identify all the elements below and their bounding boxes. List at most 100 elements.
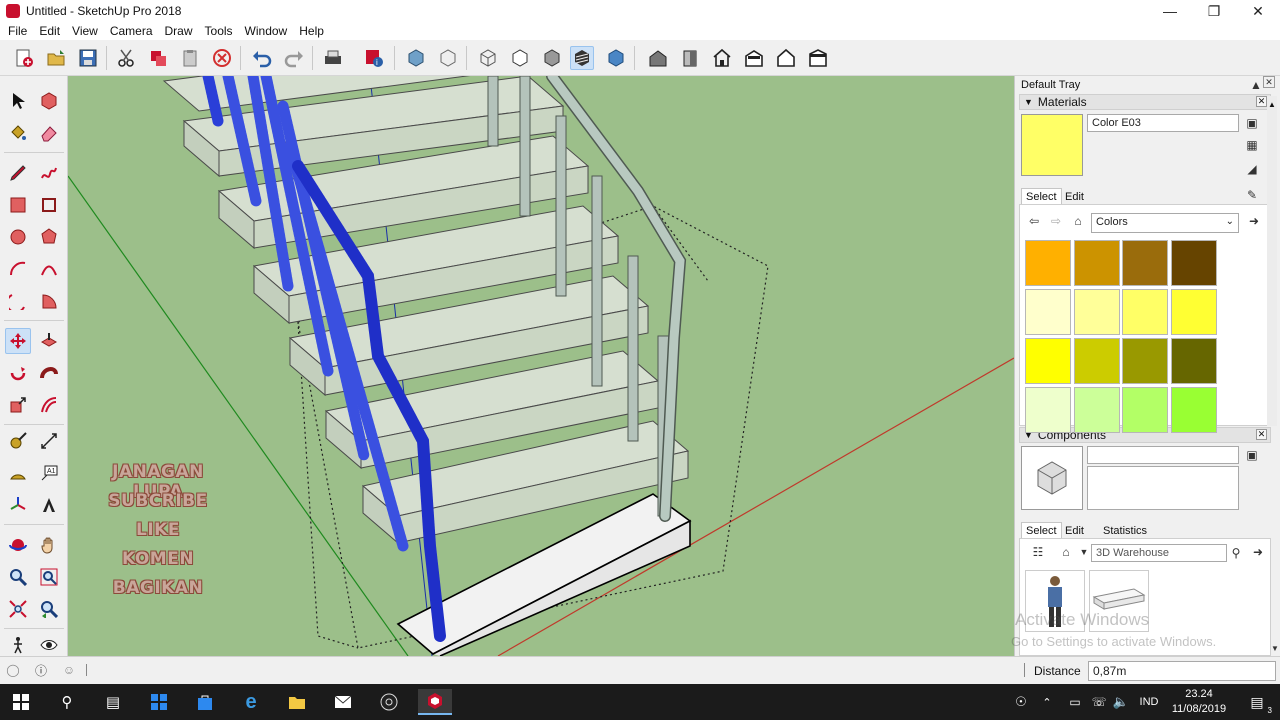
materials-tab-edit[interactable]: Edit	[1061, 189, 1088, 205]
open-folder-icon[interactable]	[44, 46, 68, 70]
offset-icon[interactable]	[36, 392, 62, 418]
tape-measure-icon[interactable]	[5, 428, 31, 454]
sketchup-taskbar-icon[interactable]	[418, 689, 452, 715]
arc-icon[interactable]	[5, 256, 31, 282]
view-options-icon[interactable]: ☷	[1029, 543, 1047, 561]
model-info-icon[interactable]: i	[362, 46, 386, 70]
look-around-eye-icon[interactable]	[36, 632, 62, 658]
warehouse-search-input[interactable]: 3D Warehouse	[1091, 544, 1227, 562]
print-icon[interactable]	[321, 46, 345, 70]
default-material-icon[interactable]: ◢	[1243, 160, 1261, 178]
zoom-window-icon[interactable]	[36, 564, 62, 590]
material-swatch[interactable]	[1025, 338, 1071, 384]
material-swatch[interactable]	[1073, 240, 1120, 286]
material-swatch[interactable]	[1170, 387, 1217, 433]
scroll-up-icon[interactable]: ▲	[1268, 100, 1276, 109]
menu-file[interactable]: File	[2, 24, 33, 38]
scale-icon[interactable]	[5, 392, 31, 418]
eyedropper-icon[interactable]: ✎	[1243, 186, 1261, 204]
iso-view-icon[interactable]	[404, 46, 428, 70]
menu-window[interactable]: Window	[239, 24, 294, 38]
orbit-icon[interactable]	[5, 532, 31, 558]
dimension-icon[interactable]	[36, 428, 62, 454]
undo-icon[interactable]	[250, 46, 274, 70]
xray-style-icon[interactable]	[476, 46, 500, 70]
polygon-icon[interactable]	[36, 224, 62, 250]
redo-icon[interactable]	[282, 46, 306, 70]
pan-hand-icon[interactable]	[36, 532, 62, 558]
material-swatch[interactable]	[1073, 289, 1120, 335]
user-account-icon[interactable]: ☺	[60, 661, 78, 679]
previous-view-icon[interactable]	[36, 596, 62, 622]
make-component-icon[interactable]	[36, 88, 62, 114]
protractor-icon[interactable]	[5, 460, 31, 486]
tray-scrollbar[interactable]: ▲	[1267, 96, 1277, 426]
menu-help[interactable]: Help	[293, 24, 330, 38]
store-bag-icon[interactable]	[188, 689, 222, 715]
save-icon[interactable]	[76, 46, 100, 70]
text-tool-icon[interactable]: A1	[36, 460, 62, 486]
credits-info-icon[interactable]: ⓘ	[32, 661, 50, 679]
rotated-rectangle-icon[interactable]	[36, 192, 62, 218]
menu-view[interactable]: View	[66, 24, 104, 38]
display-secondary-icon[interactable]: ▣	[1243, 114, 1261, 132]
shaded-style-icon[interactable]	[540, 46, 564, 70]
windows-start-icon[interactable]	[4, 689, 38, 715]
menu-camera[interactable]: Camera	[104, 24, 159, 38]
component-name-field[interactable]	[1087, 446, 1239, 464]
geo-location-icon[interactable]: ◯	[4, 661, 22, 679]
maximize-button[interactable]: ❐	[1192, 0, 1236, 22]
freehand-icon[interactable]	[36, 160, 62, 186]
rectangle-icon[interactable]	[5, 192, 31, 218]
view-iso-house-icon[interactable]	[646, 46, 670, 70]
material-swatch[interactable]	[1073, 338, 1120, 384]
view-front-icon[interactable]	[710, 46, 734, 70]
hidden-line-style-icon[interactable]	[508, 46, 532, 70]
mail-icon[interactable]	[326, 689, 360, 715]
materials-header[interactable]: ▼ Materials ✕	[1019, 94, 1271, 110]
components-tab-select[interactable]: Select	[1021, 522, 1062, 539]
material-swatch[interactable]	[1122, 338, 1168, 384]
cut-icon[interactable]	[114, 46, 138, 70]
material-swatch[interactable]	[1122, 240, 1168, 286]
shaded-textures-style-icon[interactable]	[570, 46, 594, 70]
menu-tools[interactable]: Tools	[199, 24, 239, 38]
scroll-down-icon[interactable]: ▼	[1271, 644, 1279, 653]
axes-icon[interactable]	[5, 492, 31, 518]
home-icon[interactable]: ⌂	[1069, 212, 1087, 230]
3d-text-icon[interactable]	[36, 492, 62, 518]
pie-icon[interactable]	[36, 288, 62, 314]
move-icon[interactable]	[5, 328, 31, 354]
clock[interactable]: 23.24 11/08/2019	[1168, 687, 1230, 717]
paste-icon[interactable]	[178, 46, 202, 70]
two-point-arc-icon[interactable]	[36, 256, 62, 282]
back-arrow-icon[interactable]: ⇦	[1025, 212, 1043, 230]
circle-icon[interactable]	[5, 224, 31, 250]
material-swatch[interactable]	[1025, 387, 1071, 433]
zoom-icon[interactable]	[5, 564, 31, 590]
follow-me-icon[interactable]	[36, 360, 62, 386]
component-secondary-icon[interactable]: ▣	[1243, 446, 1261, 464]
push-pull-icon[interactable]	[36, 328, 62, 354]
search-icon[interactable]: ⚲	[50, 689, 84, 715]
details-arrow-icon[interactable]: ➜	[1249, 543, 1267, 561]
component-description-field[interactable]	[1087, 466, 1239, 510]
rotate-icon[interactable]	[5, 360, 31, 386]
walk-icon[interactable]	[5, 632, 31, 658]
task-view-icon[interactable]: ▤	[96, 689, 130, 715]
windows-store-tile-icon[interactable]	[142, 689, 176, 715]
measurements-input[interactable]: 0,87m	[1088, 661, 1276, 681]
monochrome-style-icon[interactable]	[604, 46, 628, 70]
view-left-icon[interactable]	[774, 46, 798, 70]
material-swatch[interactable]	[1122, 387, 1168, 433]
minimize-button[interactable]: —	[1148, 0, 1192, 22]
forward-arrow-icon[interactable]: ⇨	[1047, 212, 1065, 230]
home-icon[interactable]: ⌂	[1057, 543, 1075, 561]
menu-edit[interactable]: Edit	[33, 24, 66, 38]
action-center-icon[interactable]: ▤ 3	[1240, 689, 1274, 716]
top-view-icon[interactable]	[436, 46, 460, 70]
create-material-icon[interactable]: ▦	[1243, 136, 1261, 154]
details-arrow-icon[interactable]: ➜	[1245, 212, 1263, 230]
zoom-extents-icon[interactable]	[5, 596, 31, 622]
material-swatch[interactable]	[1122, 289, 1168, 335]
